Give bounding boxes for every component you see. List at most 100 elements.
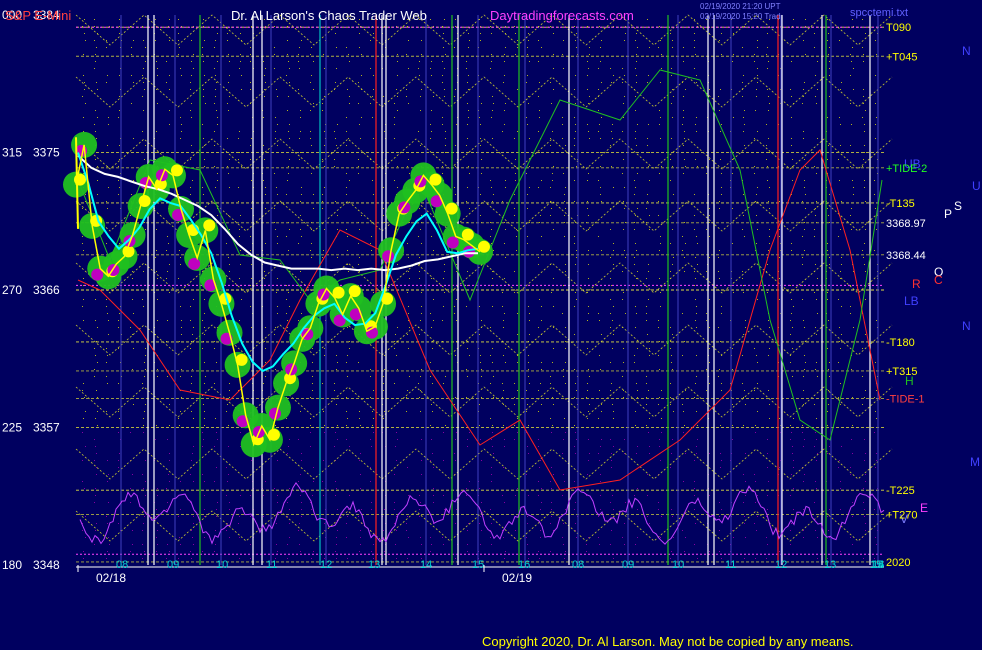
grid-dot (238, 201, 239, 202)
grid-dot (634, 194, 635, 195)
grid-dot (589, 54, 590, 55)
grid-dot (612, 320, 613, 321)
grid-dot (684, 131, 685, 132)
grid-dot (719, 502, 720, 503)
grid-dot (383, 208, 384, 209)
grid-dot (574, 369, 575, 370)
grid-dot (286, 299, 287, 300)
grid-dot (563, 376, 564, 377)
grid-dot (575, 131, 576, 132)
grid-dot (95, 530, 96, 531)
grid-dot (565, 362, 566, 363)
grid-dot (311, 75, 312, 76)
grid-dot (241, 89, 242, 90)
grid-dot (408, 348, 409, 349)
grid-dot (443, 460, 444, 461)
grid-dot (526, 390, 527, 391)
grid-dot (229, 390, 230, 391)
grid-dot (600, 166, 601, 167)
grid-dot (504, 222, 505, 223)
grid-dot (408, 68, 409, 69)
grid-dot (658, 215, 659, 216)
grid-dot (575, 453, 576, 454)
grid-dot (191, 376, 192, 377)
grid-dot (517, 47, 518, 48)
grid-dot (768, 61, 769, 62)
grid-dot (142, 474, 143, 475)
grid-dot (289, 537, 290, 538)
grid-dot (97, 327, 98, 328)
grid-dot (732, 348, 733, 349)
grid-dot (634, 229, 635, 230)
grid-dot (336, 355, 337, 356)
grid-dot (397, 439, 398, 440)
grid-dot (791, 117, 792, 118)
marker-label: N (962, 319, 971, 333)
grid-dot (277, 243, 278, 244)
grid-dot (203, 439, 204, 440)
grid-dot (83, 250, 84, 251)
grid-dot (646, 397, 647, 398)
grid-dot (649, 215, 650, 216)
grid-dot (191, 383, 192, 384)
grid-dot (300, 474, 301, 475)
grid-dot (240, 264, 241, 265)
grid-dot (803, 509, 804, 510)
grid-dot (274, 222, 275, 223)
grid-dot (564, 481, 565, 482)
grid-dot (587, 180, 588, 181)
grid-dot (169, 75, 170, 76)
grid-dot (634, 495, 635, 496)
grid-dot (865, 229, 866, 230)
grid-dot (874, 194, 875, 195)
grid-dot (671, 453, 672, 454)
grid-dot (670, 397, 671, 398)
grid-dot (636, 453, 637, 454)
grid-dot (865, 453, 866, 454)
grid-dot (250, 159, 251, 160)
grid-dot (840, 404, 841, 405)
grid-dot (288, 446, 289, 447)
grid-dot (864, 187, 865, 188)
grid-dot (467, 187, 468, 188)
grid-dot (250, 47, 251, 48)
grid-dot (718, 376, 719, 377)
grid-dot (719, 530, 720, 531)
grid-dot (745, 481, 746, 482)
grid-dot (166, 278, 167, 279)
grid-dot (443, 432, 444, 433)
grid-dot (790, 285, 791, 286)
grid-dot (757, 229, 758, 230)
grid-dot (684, 551, 685, 552)
grid-dot (156, 509, 157, 510)
grid-dot (445, 425, 446, 426)
grid-dot (863, 61, 864, 62)
grid-dot (421, 243, 422, 244)
grid-dot (827, 243, 828, 244)
grid-dot (372, 425, 373, 426)
grid-dot (455, 439, 456, 440)
grid-dot (215, 530, 216, 531)
grid-dot (709, 222, 710, 223)
grid-dot (649, 355, 650, 356)
grid-dot (636, 75, 637, 76)
grid-dot (204, 159, 205, 160)
grid-dot (85, 516, 86, 517)
grid-dot (865, 390, 866, 391)
grid-dot (265, 68, 266, 69)
grid-dot (300, 117, 301, 118)
grid-dot (348, 54, 349, 55)
grid-dot (155, 40, 156, 41)
grid-dot (178, 40, 179, 41)
grid-dot (673, 537, 674, 538)
grid-dot (742, 271, 743, 272)
grid-dot (358, 173, 359, 174)
grid-dot (610, 362, 611, 363)
grid-dot (180, 257, 181, 258)
grid-dot (190, 474, 191, 475)
grid-dot (505, 362, 506, 363)
grid-dot (779, 201, 780, 202)
grid-dot (684, 257, 685, 258)
grid-dot (550, 138, 551, 139)
grid-dot (301, 502, 302, 503)
